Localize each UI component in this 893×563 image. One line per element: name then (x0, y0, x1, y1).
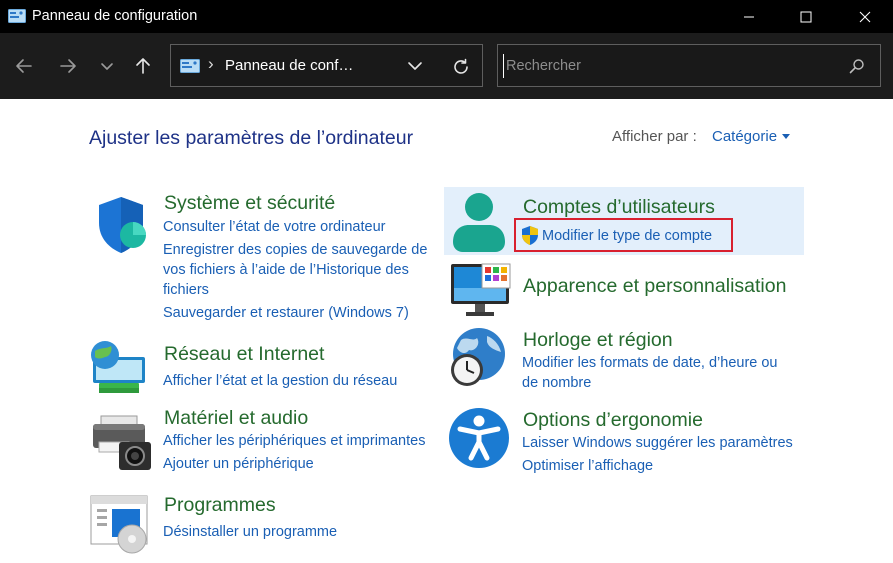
user-account-icon (453, 193, 505, 252)
address-dropdown-button[interactable] (404, 55, 426, 77)
search-box[interactable] (497, 44, 881, 87)
category-title-network-internet[interactable]: Réseau et Internet (164, 343, 324, 366)
recent-locations-button[interactable] (94, 53, 120, 79)
shield-icon (99, 197, 146, 253)
arrow-right-icon (60, 59, 76, 73)
network-globe-icon (91, 341, 145, 393)
link-backup-restore[interactable]: Sauvegarder et restaurer (Windows 7) (163, 303, 409, 323)
address-bar[interactable]: › Panneau de conf… (170, 44, 483, 87)
link-network-status[interactable]: Afficher l’état et la gestion du réseau (163, 371, 397, 391)
link-optimize-display[interactable]: Optimiser l’affichage (522, 456, 653, 476)
text-cursor (503, 54, 504, 78)
category-title-system-security[interactable]: Système et sécurité (164, 192, 335, 215)
programs-icon (90, 495, 148, 554)
page-title: Ajuster les paramètres de l’ordinateur (89, 127, 414, 149)
arrow-left-icon (16, 59, 32, 73)
link-devices-printers[interactable]: Afficher les périphériques et imprimante… (163, 431, 425, 451)
up-button[interactable] (130, 53, 156, 79)
category-title-ease-of-access[interactable]: Options d’ergonomie (523, 409, 703, 432)
category-title-programs[interactable]: Programmes (164, 494, 276, 517)
category-title-clock-region[interactable]: Horloge et région (523, 329, 673, 352)
link-let-windows-suggest[interactable]: Laisser Windows suggérer les paramètres (522, 433, 793, 453)
accessibility-icon (449, 408, 509, 468)
link-uninstall-program[interactable]: Désinstaller un programme (163, 522, 337, 542)
close-button[interactable] (837, 0, 893, 33)
refresh-icon (454, 58, 468, 74)
monitor-personalization-icon (451, 263, 511, 316)
link-file-history-backup[interactable]: Enregistrer des copies de sauvegarde de … (163, 240, 438, 300)
back-button[interactable] (11, 53, 37, 79)
category-title-hardware-sound[interactable]: Matériel et audio (164, 407, 308, 430)
arrow-up-icon (136, 58, 150, 74)
chevron-down-icon (101, 63, 113, 70)
category-title-appearance[interactable]: Apparence et personnalisation (523, 275, 786, 298)
maximize-icon (800, 11, 812, 22)
minimize-icon (744, 16, 754, 17)
search-input[interactable] (506, 55, 836, 77)
link-change-date-formats[interactable]: Modifier les formats de date, d’heure ou… (522, 353, 797, 393)
refresh-button[interactable] (450, 56, 472, 78)
breadcrumb-separator-icon: › (208, 54, 214, 73)
caret-down-icon[interactable] (782, 134, 790, 139)
forward-button[interactable] (55, 53, 81, 79)
printer-camera-icon (93, 415, 151, 470)
view-by-dropdown[interactable]: Catégorie (712, 128, 777, 145)
view-by-label: Afficher par : (612, 128, 697, 145)
link-add-device[interactable]: Ajouter un périphérique (163, 454, 314, 474)
search-icon[interactable] (849, 58, 865, 74)
chevron-down-icon (408, 62, 422, 70)
category-title-user-accounts[interactable]: Comptes d’utilisateurs (523, 196, 715, 219)
minimize-button[interactable] (721, 0, 777, 33)
window-title: Panneau de configuration (32, 8, 198, 24)
close-icon (859, 11, 871, 22)
clock-globe-icon (451, 328, 505, 386)
link-check-computer-status[interactable]: Consulter l’état de votre ordinateur (163, 217, 385, 237)
maximize-button[interactable] (778, 0, 834, 33)
control-panel-icon (180, 59, 200, 73)
title-bar: Panneau de configuration (0, 0, 893, 33)
highlight-annotation-box (514, 218, 733, 252)
address-breadcrumb[interactable]: Panneau de conf… (225, 57, 353, 74)
control-panel-icon (8, 9, 26, 23)
